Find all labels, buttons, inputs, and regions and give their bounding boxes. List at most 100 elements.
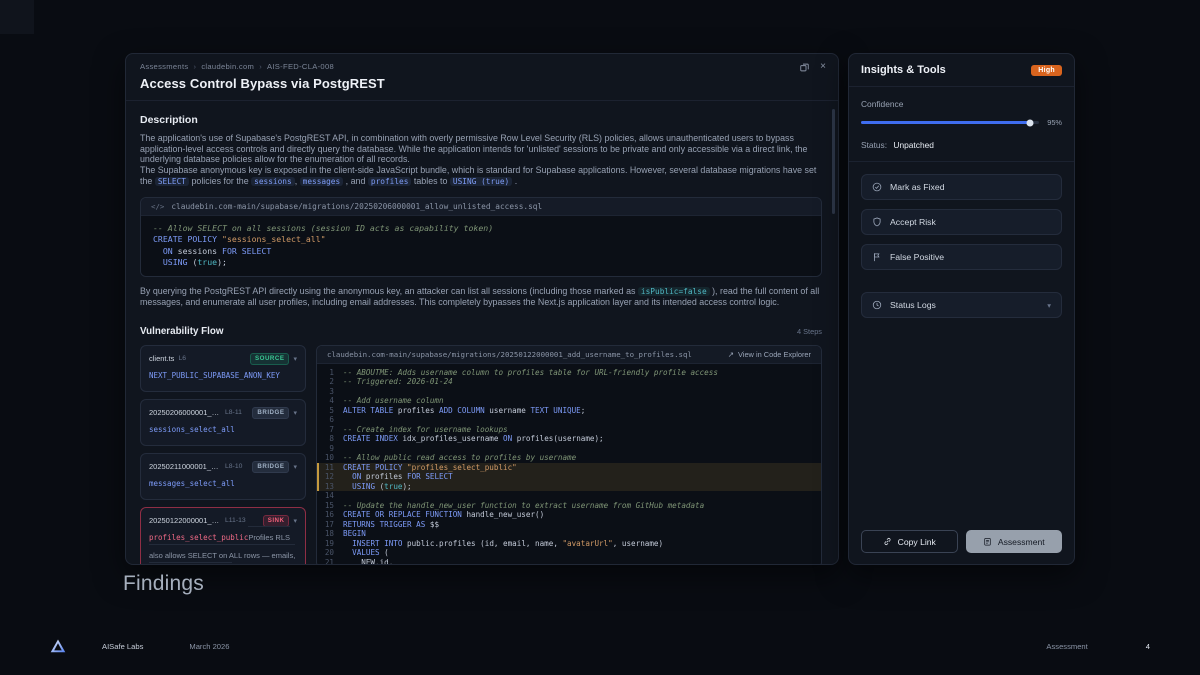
flow-step-card[interactable]: 20250206000001_a...L8-11BRIDGE▾sessions_…	[140, 399, 306, 446]
check-circle-icon	[872, 182, 882, 192]
code-explorer-link[interactable]: ↗ View in Code Explorer	[728, 350, 811, 359]
flow-steps-count: 4 Steps	[797, 327, 822, 336]
snippet-code: -- Allow SELECT on all sessions (session…	[141, 216, 821, 276]
link-icon	[883, 537, 892, 546]
line-number: 13	[317, 482, 343, 492]
vulnerability-flow-header: Vulnerability Flow 4 Steps	[140, 326, 822, 337]
step-line-ref: L11-13	[225, 517, 259, 524]
slider-thumb[interactable]	[1027, 119, 1034, 126]
code-line: 1-- ABOUTME: Adds username column to pro…	[317, 368, 821, 378]
breadcrumb-separator: ›	[259, 62, 262, 71]
flow-steps: client.tsL6SOURCE▾NEXT_PUBLIC_SUPABASE_A…	[140, 345, 306, 564]
assessment-button-label: Assessment	[998, 537, 1045, 547]
confidence-value: 95%	[1047, 118, 1062, 127]
copy-icon[interactable]	[800, 63, 809, 72]
code-line: 5ALTER TABLE profiles ADD COLUMN usernam…	[317, 406, 821, 416]
step-note: Profiles RLS also allows SELECT on ALL r…	[149, 526, 295, 564]
flag-icon	[872, 252, 882, 262]
line-number: 20	[317, 548, 343, 558]
line-number: 6	[317, 415, 343, 425]
code-line: 6	[317, 415, 821, 425]
step-file: client.ts	[149, 354, 174, 363]
code-line: 3	[317, 387, 821, 397]
action-label: False Positive	[890, 252, 944, 262]
severity-badge: High	[1031, 65, 1062, 76]
line-number: 4	[317, 396, 343, 406]
scrollbar[interactable]	[832, 109, 835, 214]
flow-title: Vulnerability Flow	[140, 326, 223, 337]
finding-header: Assessments › claudebin.com › AIS-FED-CLA-00…	[126, 54, 838, 101]
line-number: 7	[317, 425, 343, 435]
chevron-down-icon: ▾	[293, 463, 297, 471]
code-line: 21 NEW.id,	[317, 558, 821, 564]
code-icon: </>	[151, 202, 164, 211]
clipboard-icon	[983, 537, 992, 546]
flow-step-card[interactable]: 20250211000001_al...L8-10BRIDGE▾messages…	[140, 453, 306, 500]
flow-step-card[interactable]: client.tsL6SOURCE▾NEXT_PUBLIC_SUPABASE_A…	[140, 345, 306, 392]
inline-code: USING (true)	[450, 177, 512, 186]
finding-title: Access Control Bypass via PostgREST	[140, 76, 824, 91]
breadcrumb-item[interactable]: Assessments	[140, 62, 188, 71]
confidence-fill	[861, 121, 1030, 124]
inline-code: sessions	[251, 177, 295, 186]
status-logs-dropdown[interactable]: Status Logs ▾	[861, 292, 1062, 318]
code-snippet: </> claudebin.com-main/supabase/migratio…	[140, 197, 822, 277]
line-number: 10	[317, 453, 343, 463]
slide-heading: Findings	[123, 572, 204, 596]
status-logs-label: Status Logs	[890, 300, 936, 310]
snippet-path: claudebin.com-main/supabase/migrations/2…	[171, 202, 542, 211]
slide-footer: AISafe Labs March 2026 Assessment 4	[0, 632, 1200, 660]
mark-as-fixed-button[interactable]: Mark as Fixed	[861, 174, 1062, 200]
flow-step-card[interactable]: 20250122000001_ad...L11-13SINK▾profiles_…	[140, 507, 306, 564]
code-line: 19 INSERT INTO public.profiles (id, emai…	[317, 539, 821, 549]
code-line: 14	[317, 491, 821, 501]
viewer-path: claudebin.com-main/supabase/migrations/2…	[327, 350, 692, 359]
step-file: 20250122000001_ad...	[149, 516, 221, 525]
code-line: ON sessions FOR SELECT	[153, 246, 809, 258]
line-number: 16	[317, 510, 343, 520]
code-line: 18BEGIN	[317, 529, 821, 539]
code-line: -- Allow SELECT on all sessions (session…	[153, 223, 809, 235]
line-number: 19	[317, 539, 343, 549]
step-code: sessions_select_all	[149, 425, 235, 434]
confidence-slider[interactable]	[861, 121, 1039, 124]
close-icon[interactable]: ×	[820, 62, 826, 72]
external-link-icon: ↗	[728, 350, 734, 359]
breadcrumb-item[interactable]: AIS-FED-CLA-008	[267, 62, 334, 71]
divider	[849, 161, 1074, 162]
step-line-ref: L8-10	[225, 463, 248, 470]
line-number: 8	[317, 434, 343, 444]
line-number: 9	[317, 444, 343, 454]
chevron-down-icon: ▾	[293, 517, 297, 525]
copy-link-button[interactable]: Copy Link	[861, 530, 958, 553]
code-line: 13 USING (true);	[317, 482, 821, 492]
step-badge: BRIDGE	[252, 407, 289, 419]
inline-code: messages	[300, 177, 344, 186]
breadcrumb-item[interactable]: claudebin.com	[201, 62, 254, 71]
status-label: Status:	[861, 140, 887, 150]
logo-triangle-icon	[50, 639, 66, 653]
false-positive-button[interactable]: False Positive	[861, 244, 1062, 270]
insights-title: Insights & Tools	[861, 64, 946, 76]
line-number: 1	[317, 368, 343, 378]
assessment-button[interactable]: Assessment	[966, 530, 1063, 553]
breadcrumb[interactable]: Assessments › claudebin.com › AIS-FED-CLA-00…	[140, 62, 824, 71]
breadcrumb-separator: ›	[193, 62, 196, 71]
line-number: 12	[317, 472, 343, 482]
line-number: 14	[317, 491, 343, 501]
accept-risk-button[interactable]: Accept Risk	[861, 209, 1062, 235]
brand-name: AISafe Labs	[102, 642, 143, 651]
line-number: 5	[317, 406, 343, 416]
line-number: 3	[317, 387, 343, 397]
inline-code: profiles	[368, 177, 412, 186]
finding-body: Description The application's use of Sup…	[126, 101, 838, 564]
code-line: 15-- Update the handle_new_user function…	[317, 501, 821, 511]
code-line: 20 VALUES (	[317, 548, 821, 558]
code-line: 17RETURNS TRIGGER AS $$	[317, 520, 821, 530]
action-label: Accept Risk	[890, 217, 936, 227]
chevron-down-icon: ▾	[1047, 301, 1051, 310]
insights-footer: Copy Link Assessment	[849, 520, 1074, 564]
slide-date: March 2026	[189, 642, 229, 651]
insight-actions: Mark as Fixed Accept Risk False Positive	[861, 174, 1062, 270]
line-number: 15	[317, 501, 343, 511]
